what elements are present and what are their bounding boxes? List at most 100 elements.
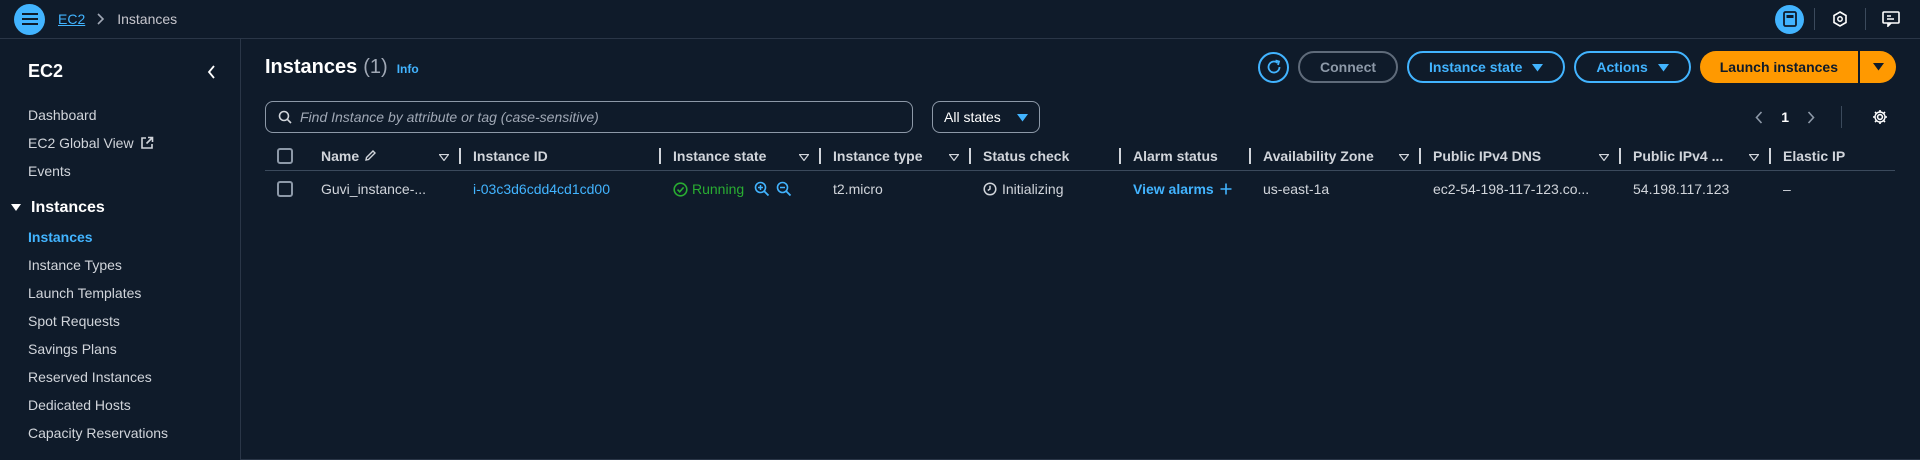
sidebar-item-launch-templates[interactable]: Launch Templates xyxy=(28,279,240,307)
search-icon xyxy=(278,110,292,124)
cell-instance-type: t2.micro xyxy=(833,181,883,197)
launch-dropdown-caret-icon[interactable] xyxy=(1860,51,1896,83)
search-box[interactable] xyxy=(265,101,913,133)
sidebar-item-instances[interactable]: Instances xyxy=(28,223,240,251)
sort-caret-icon xyxy=(1598,148,1610,164)
sidebar-item-label: EC2 Global View xyxy=(28,135,134,151)
view-alarms-link[interactable]: View alarms xyxy=(1133,181,1232,197)
divider xyxy=(1865,8,1866,30)
sidebar-item-capacity-reservations[interactable]: Capacity Reservations xyxy=(28,419,240,447)
column-public-dns[interactable]: Public IPv4 DNS xyxy=(1421,141,1621,170)
breadcrumb-current: Instances xyxy=(117,11,178,27)
sort-caret-icon xyxy=(798,148,810,164)
refresh-icon[interactable] xyxy=(1258,51,1290,83)
column-label: Instance type xyxy=(833,147,923,164)
zoom-in-icon[interactable] xyxy=(754,181,770,197)
sidebar-item-global-view[interactable]: EC2 Global View xyxy=(28,129,240,157)
select-all-cell xyxy=(265,141,321,170)
check-circle-icon xyxy=(673,181,688,197)
column-label: Alarm status xyxy=(1133,147,1218,164)
sidebar: EC2 Dashboard EC2 Global View Events Ins… xyxy=(0,39,241,460)
caret-down-icon xyxy=(11,199,21,217)
cell-public-ip: 54.198.117.123 xyxy=(1633,181,1730,197)
sidebar-item-dashboard[interactable]: Dashboard xyxy=(28,101,240,129)
column-public-ip[interactable]: Public IPv4 ... xyxy=(1621,141,1771,170)
instances-table: Name Instance ID Instance state Instance… xyxy=(265,141,1895,207)
column-availability-zone[interactable]: Availability Zone xyxy=(1251,141,1421,170)
sidebar-item-events[interactable]: Events xyxy=(28,157,240,185)
instance-state-label: Instance state xyxy=(1429,59,1523,75)
column-label: Public IPv4 ... xyxy=(1633,147,1724,164)
states-select[interactable]: All states xyxy=(932,101,1040,133)
chevron-left-icon[interactable] xyxy=(207,65,216,82)
column-label: Instance ID xyxy=(473,147,548,164)
sidebar-item-savings-plans[interactable]: Savings Plans xyxy=(28,335,240,363)
breadcrumb-ec2-link[interactable]: EC2 xyxy=(58,11,85,27)
main-content: Instances (1) Info Connect Instance stat… xyxy=(241,39,1920,460)
info-link[interactable]: Info xyxy=(397,62,419,76)
actions-label: Actions xyxy=(1596,59,1648,75)
caret-down-icon xyxy=(1532,59,1544,75)
column-elastic-ip[interactable]: Elastic IP xyxy=(1771,141,1895,170)
status-check-label: Initializing xyxy=(1002,181,1064,197)
sidebar-item-reserved-instances[interactable]: Reserved Instances xyxy=(28,363,240,391)
breadcrumb: EC2 Instances xyxy=(58,11,177,27)
plus-icon xyxy=(1220,183,1232,195)
launch-instances-button[interactable]: Launch instances xyxy=(1699,51,1858,83)
sidebar-group-instances[interactable]: Instances xyxy=(11,193,240,223)
column-label: Elastic IP xyxy=(1783,147,1846,164)
table-header: Name Instance ID Instance state Instance… xyxy=(265,141,1895,171)
column-label: Public IPv4 DNS xyxy=(1433,147,1542,164)
instance-state-button[interactable]: Instance state xyxy=(1407,51,1566,83)
settings-gear-icon[interactable] xyxy=(1872,109,1888,125)
external-link-icon xyxy=(140,136,154,150)
cell-status-check: Initializing xyxy=(971,181,1121,197)
row-checkbox[interactable] xyxy=(277,181,293,197)
table-row[interactable]: Guvi_instance-... i-03c3d6cdd4cd1cd00 Ru… xyxy=(265,171,1895,207)
sidebar-item-dedicated-hosts[interactable]: Dedicated Hosts xyxy=(28,391,240,419)
cell-instance-id: i-03c3d6cdd4cd1cd00 xyxy=(461,181,661,197)
caret-down-icon xyxy=(1657,59,1669,75)
chevron-left-icon[interactable] xyxy=(1755,110,1763,124)
sidebar-group-label: Instances xyxy=(31,199,105,216)
column-label: Status check xyxy=(983,147,1070,164)
column-label: Availability Zone xyxy=(1263,147,1374,164)
panel-toggle-icon[interactable] xyxy=(1775,4,1804,34)
instance-id-link[interactable]: i-03c3d6cdd4cd1cd00 xyxy=(473,181,610,197)
column-label: Instance state xyxy=(673,147,767,164)
sidebar-item-spot-requests[interactable]: Spot Requests xyxy=(28,307,240,335)
view-alarms-label: View alarms xyxy=(1133,181,1214,197)
cell-alarm-status: View alarms xyxy=(1121,181,1251,197)
page-title: Instances xyxy=(265,55,358,78)
column-name[interactable]: Name xyxy=(321,141,461,170)
sort-caret-icon xyxy=(948,148,960,164)
column-instance-id[interactable]: Instance ID xyxy=(461,141,661,170)
column-instance-type[interactable]: Instance type xyxy=(821,141,971,170)
states-select-value: All states xyxy=(944,109,1001,125)
clock-icon xyxy=(983,182,997,196)
feedback-icon[interactable] xyxy=(1876,4,1906,34)
search-input[interactable] xyxy=(300,109,900,125)
state-running-label: Running xyxy=(692,181,745,197)
select-all-checkbox[interactable] xyxy=(277,147,293,164)
chevron-right-icon xyxy=(97,13,105,25)
actions-button[interactable]: Actions xyxy=(1574,51,1691,83)
column-instance-state[interactable]: Instance state xyxy=(661,141,821,170)
cell-availability-zone: us-east-1a xyxy=(1263,181,1330,197)
hamburger-menu-icon[interactable] xyxy=(14,3,45,35)
cell-name: Guvi_instance-... xyxy=(321,181,427,197)
sort-caret-icon xyxy=(1398,148,1410,164)
zoom-out-icon[interactable] xyxy=(776,181,792,197)
column-alarm-status[interactable]: Alarm status xyxy=(1121,141,1251,170)
cell-public-dns: ec2-54-198-117-123.co... xyxy=(1433,181,1590,197)
cell-elastic-ip: – xyxy=(1783,181,1791,197)
chevron-right-icon[interactable] xyxy=(1807,110,1815,124)
sidebar-item-instance-types[interactable]: Instance Types xyxy=(28,251,240,279)
page-number[interactable]: 1 xyxy=(1781,109,1789,125)
gear-hex-icon[interactable] xyxy=(1825,4,1855,34)
instance-count: (1) xyxy=(363,55,388,78)
cell-instance-state: Running xyxy=(661,181,821,197)
connect-button[interactable]: Connect xyxy=(1298,51,1399,83)
column-status-check[interactable]: Status check xyxy=(971,141,1121,170)
column-label: Name xyxy=(321,147,360,164)
